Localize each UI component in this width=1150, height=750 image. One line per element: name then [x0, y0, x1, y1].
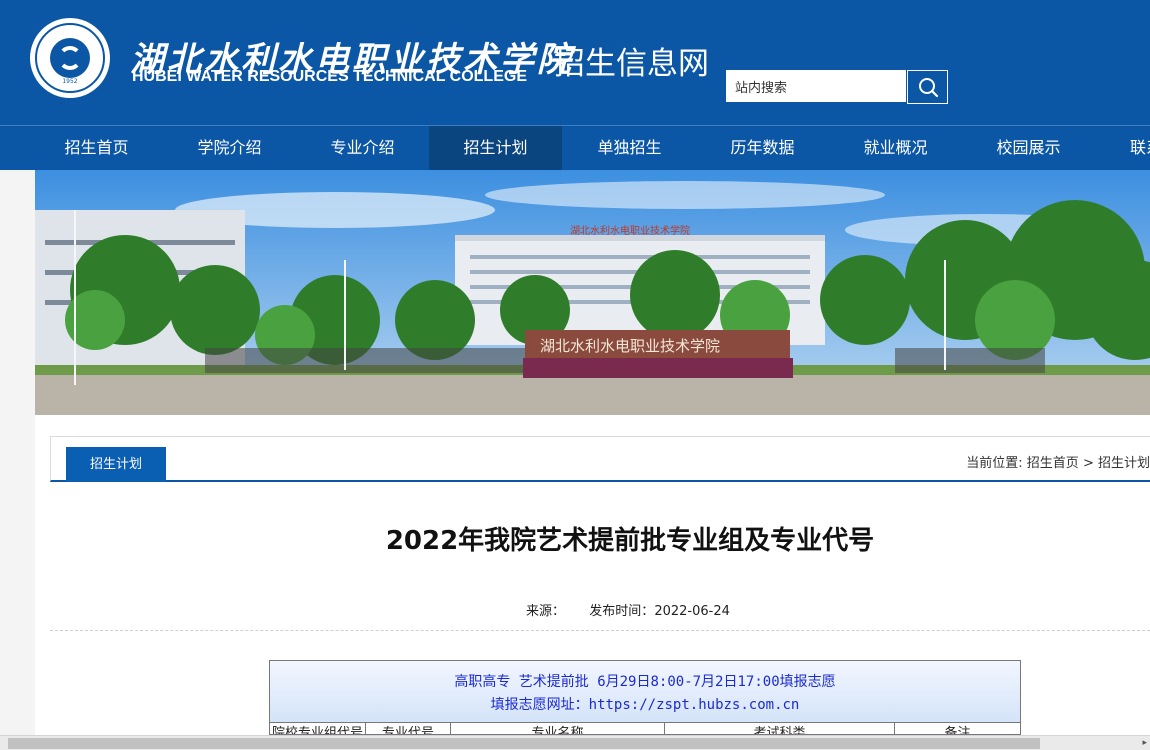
- site-header: 1952 湖北水利水电职业技术学院 HUBEI WATER RESOURCES …: [0, 0, 1150, 125]
- site-title: 招生信息网: [554, 46, 709, 82]
- table-header-cell: 考试科类: [665, 723, 895, 734]
- nav-item-about[interactable]: 学院介绍: [163, 126, 296, 170]
- breadcrumb-home[interactable]: 招生首页: [1027, 456, 1079, 471]
- search-input[interactable]: [726, 70, 906, 102]
- nav-item-contact[interactable]: 联系: [1095, 126, 1150, 170]
- table-caption-line2: 填报志愿网址：https://zspt.hubzs.com.cn: [490, 697, 800, 713]
- logo-swirl-icon: [58, 46, 82, 70]
- table-header-cell: 专业代号: [366, 723, 451, 734]
- main-nav: 招生首页 学院介绍 专业介绍 招生计划 单独招生 历年数据 就业概况 校园展示 …: [0, 125, 1150, 170]
- gate-sign: 湖北水利水电职业技术学院: [540, 337, 720, 355]
- divider: [50, 630, 1150, 631]
- source-label: 来源：: [526, 604, 566, 619]
- nav-item-employment[interactable]: 就业概况: [829, 126, 962, 170]
- publish-date: 2022-06-24: [654, 604, 730, 619]
- nav-item-plan[interactable]: 招生计划: [429, 126, 562, 170]
- logo-year: 1952: [62, 78, 78, 85]
- horizontal-scrollbar[interactable]: ▸: [0, 735, 1150, 750]
- college-name-en: HUBEI WATER RESOURCES TECHNICAL COLLEGE: [132, 68, 527, 85]
- table-header-cell: 专业名称: [451, 723, 665, 734]
- page-gutter: [0, 170, 35, 735]
- nav-item-independent[interactable]: 单独招生: [563, 126, 696, 170]
- campus-banner: 湖北水利水电职业技术学院 湖北水利水电职业技术学院: [35, 170, 1150, 415]
- breadcrumb-prefix: 当前位置:: [966, 456, 1023, 471]
- search-button[interactable]: [907, 70, 948, 104]
- table-header-row: 院校专业组代号 专业代号 专业名称 考试科类 备注: [270, 722, 1020, 735]
- article-meta: 来源： 发布时间：2022-06-24: [526, 600, 730, 619]
- breadcrumb-separator: >: [1082, 456, 1094, 471]
- breadcrumb-current[interactable]: 招生计划: [1098, 456, 1150, 471]
- nav-item-home[interactable]: 招生首页: [30, 126, 163, 170]
- publish-label: 发布时间：: [589, 604, 655, 619]
- nav-item-history[interactable]: 历年数据: [696, 126, 829, 170]
- article-title: 2022年我院艺术提前批专业组及专业代号: [385, 526, 875, 556]
- section-tab[interactable]: 招生计划: [66, 447, 166, 482]
- search-icon: [919, 78, 939, 98]
- nav-item-campus[interactable]: 校园展示: [962, 126, 1095, 170]
- college-logo[interactable]: 1952: [30, 18, 110, 98]
- scrollbar-thumb[interactable]: [8, 738, 1040, 749]
- table-caption-line1: 高职高专 艺术提前批 6月29日8:00-7月2日17:00填报志愿: [454, 674, 836, 690]
- scroll-right-icon[interactable]: ▸: [1142, 738, 1147, 749]
- campus-photo: 湖北水利水电职业技术学院 湖北水利水电职业技术学院: [35, 170, 1150, 415]
- building-sign: 湖北水利水电职业技术学院: [570, 224, 690, 237]
- table-header-cell: 院校专业组代号: [270, 723, 366, 734]
- nav-item-majors[interactable]: 专业介绍: [296, 126, 429, 170]
- breadcrumb: 当前位置: 招生首页 > 招生计划: [966, 452, 1150, 471]
- admission-table: 高职高专 艺术提前批 6月29日8:00-7月2日17:00填报志愿 填报志愿网…: [269, 660, 1021, 735]
- table-header-cell: 备注: [944, 726, 971, 735]
